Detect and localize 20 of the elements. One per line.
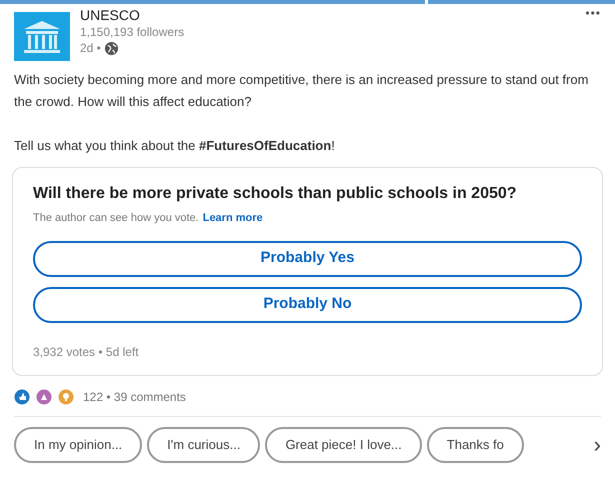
suggestion-chip[interactable]: Thanks fo [426, 426, 524, 462]
follower-count: 1,150,193 followers [80, 24, 184, 40]
poll-question: Will there be more private schools than public schools in 2050? [33, 184, 518, 204]
next-arrow[interactable]: › [594, 428, 601, 461]
post-text: With society becoming more and more competitive, there is an increased pressure to stand out from the crowd. How will this affect education? [14, 71, 590, 111]
post-age: 2d • [80, 40, 101, 56]
suggestion-chip[interactable]: In my opinion... [14, 426, 142, 462]
more-menu[interactable]: ••• [585, 4, 601, 22]
poll-note: The author can see how you vote. [33, 211, 199, 226]
poll-option[interactable]: Probably Yes [33, 240, 582, 276]
author-name[interactable]: UNESCO [80, 6, 184, 24]
poll-option[interactable]: Probably No [33, 286, 582, 322]
suggestion-chip[interactable]: Great piece! I love... [265, 426, 422, 462]
poll-footer: 3,932 votes • 5d left [33, 342, 582, 360]
learn-more-link[interactable]: Learn more [202, 210, 263, 226]
temple-logo-icon[interactable] [14, 12, 70, 61]
suggestion-chip[interactable]: I'm curious... [147, 426, 260, 462]
post-text: Tell us what you think about the #FuturesOfEducation! [14, 137, 336, 155]
reaction-summary[interactable]: 122 • 39 comments [83, 388, 186, 406]
globe-icon [104, 40, 119, 56]
